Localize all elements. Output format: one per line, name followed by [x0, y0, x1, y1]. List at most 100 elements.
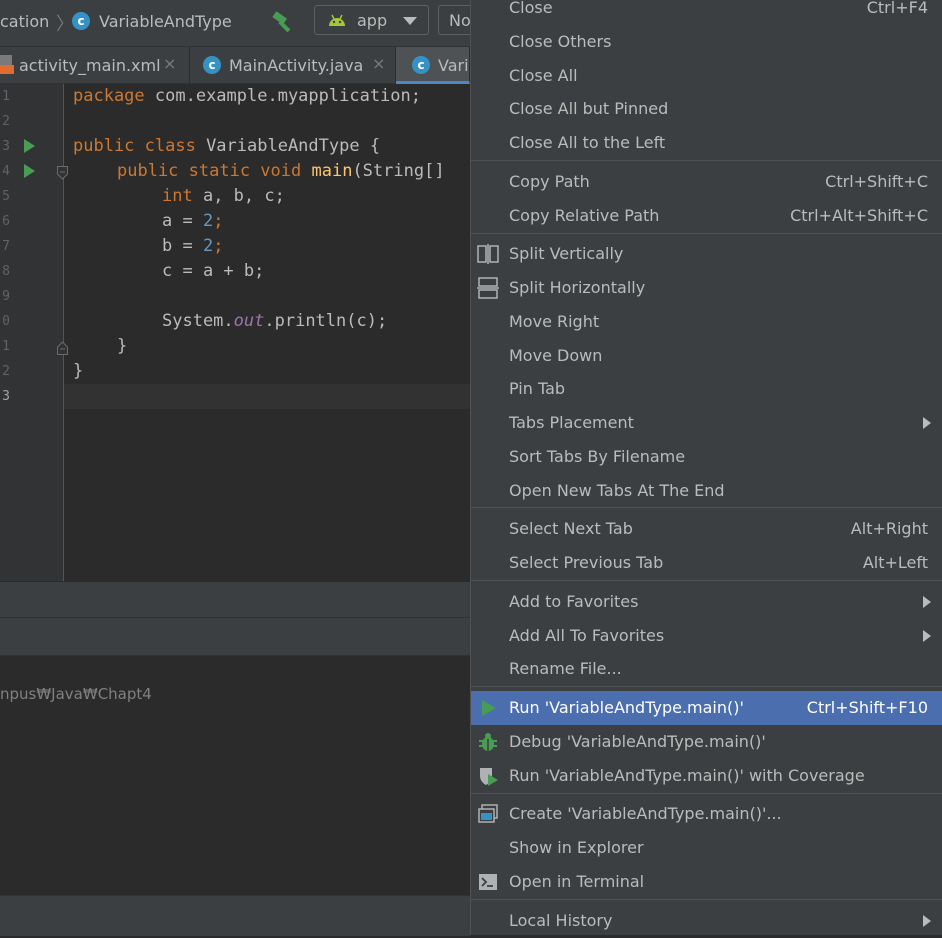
menu-item-shortcut: Ctrl+Alt+Shift+C	[790, 206, 928, 225]
status-strip	[0, 581, 470, 618]
menu-item-close-others[interactable]: Close Others	[471, 25, 942, 59]
close-icon[interactable]: ×	[163, 54, 176, 73]
menu-item-show-in-explorer[interactable]: Show in Explorer	[471, 831, 942, 865]
tab-context-menu: Close Ctrl+F4 Close Others Close All Clo…	[470, 0, 942, 935]
menu-separator	[471, 580, 942, 581]
menu-item-rename-file[interactable]: Rename File...	[471, 652, 942, 686]
fold-icon[interactable]	[57, 165, 68, 180]
menu-separator	[471, 793, 942, 794]
code-text: a, b, c;	[192, 186, 285, 206]
line-number: 7	[2, 239, 10, 254]
class-file-icon: c	[203, 56, 221, 74]
line-number: 2	[2, 364, 10, 379]
menu-item-label: Tabs Placement	[509, 413, 634, 432]
menu-item-label: Close All	[509, 66, 578, 85]
tab-variable-and-type[interactable]: c Vari	[396, 47, 470, 84]
code-text: (String[]	[352, 161, 445, 181]
menu-item-open-new-tabs-at-end[interactable]: Open New Tabs At The End	[471, 474, 942, 508]
menu-item-move-down[interactable]: Move Down	[471, 339, 942, 373]
menu-item-label: Close	[509, 0, 553, 17]
split-vertically-icon	[477, 243, 499, 265]
line-number: 1	[2, 339, 10, 354]
split-horizontally-icon	[477, 277, 499, 299]
code-line: }	[73, 361, 84, 381]
menu-item-select-next-tab[interactable]: Select Next Tab Alt+Right	[471, 512, 942, 546]
keyword: public static void	[117, 161, 302, 181]
code-editor[interactable]	[64, 84, 470, 581]
menu-item-copy-path[interactable]: Copy Path Ctrl+Shift+C	[471, 165, 942, 199]
menu-item-label: Open New Tabs At The End	[509, 481, 725, 500]
code-line: a = 2;	[162, 211, 223, 231]
menu-item-shortcut: Alt+Left	[862, 553, 928, 572]
code-line: package com.example.myapplication;	[73, 86, 421, 106]
menu-item-copy-relative-path[interactable]: Copy Relative Path Ctrl+Alt+Shift+C	[471, 199, 942, 233]
menu-item-label: Add to Favorites	[509, 592, 639, 611]
menu-item-run-with-coverage[interactable]: Run 'VariableAndType.main()' with Covera…	[471, 759, 942, 793]
device-label: No	[449, 11, 471, 30]
menu-item-pin-tab[interactable]: Pin Tab	[471, 372, 942, 406]
menu-item-label: Debug 'VariableAndType.main()'	[509, 732, 766, 751]
submenu-arrow-icon	[923, 596, 931, 608]
tool-window-footer	[0, 895, 470, 936]
menu-item-shortcut: Ctrl+F4	[866, 0, 928, 17]
close-icon[interactable]: ×	[372, 54, 385, 73]
run-config-select[interactable]: app	[314, 5, 429, 35]
menu-item-local-history[interactable]: Local History	[471, 904, 942, 938]
menu-item-open-in-terminal[interactable]: Open in Terminal	[471, 865, 942, 899]
tab-main-activity-java[interactable]: c MainActivity.java ×	[190, 47, 396, 84]
build-hammer-icon[interactable]	[270, 10, 296, 34]
menu-item-shortcut: Ctrl+Shift+C	[825, 172, 928, 191]
menu-item-label: Run 'VariableAndType.main()' with Covera…	[509, 766, 865, 785]
menu-item-label: Move Down	[509, 346, 603, 365]
run-gutter-icon[interactable]	[24, 164, 35, 178]
coverage-icon	[477, 765, 499, 787]
static-field: out	[233, 311, 265, 331]
code-text: b =	[162, 236, 203, 256]
code-text: com.example.myapplication;	[144, 86, 421, 106]
run-gutter-icon[interactable]	[24, 139, 35, 153]
debug-icon	[477, 731, 499, 753]
menu-item-close-all[interactable]: Close All	[471, 59, 942, 93]
menu-item-add-to-favorites[interactable]: Add to Favorites	[471, 585, 942, 619]
menu-item-select-previous-tab[interactable]: Select Previous Tab Alt+Left	[471, 546, 942, 580]
menu-item-split-vertically[interactable]: Split Vertically	[471, 237, 942, 271]
line-number: 6	[2, 214, 10, 229]
menu-item-debug[interactable]: Debug 'VariableAndType.main()'	[471, 725, 942, 759]
editor-gutter	[0, 84, 64, 581]
menu-item-move-right[interactable]: Move Right	[471, 305, 942, 339]
menu-item-label: Select Next Tab	[509, 519, 633, 538]
navigation-bar: cation 〉 c VariableAndType app No	[0, 0, 478, 46]
line-number: 4	[2, 164, 10, 179]
line-number: 0	[2, 314, 10, 329]
menu-item-label: Close All to the Left	[509, 133, 666, 152]
breadcrumb-file[interactable]: VariableAndType	[99, 12, 232, 31]
menu-item-close[interactable]: Close Ctrl+F4	[471, 0, 942, 25]
fold-icon[interactable]	[57, 340, 68, 355]
xml-file-icon	[0, 53, 14, 75]
menu-item-add-all-to-favorites[interactable]: Add All To Favorites	[471, 619, 942, 653]
number-literal: 2	[202, 211, 214, 231]
menu-item-sort-tabs[interactable]: Sort Tabs By Filename	[471, 440, 942, 474]
project-path: npus₩Java₩Chapt4	[0, 685, 152, 703]
breadcrumb-project[interactable]: cation	[0, 12, 49, 31]
android-icon	[327, 12, 347, 28]
menu-item-close-all-but-pinned[interactable]: Close All but Pinned	[471, 92, 942, 126]
number-literal: 2	[202, 236, 214, 256]
menu-item-run[interactable]: Run 'VariableAndType.main()' Ctrl+Shift+…	[471, 691, 942, 725]
tab-activity-main-xml[interactable]: activity_main.xml ×	[0, 47, 190, 84]
menu-item-tabs-placement[interactable]: Tabs Placement	[471, 406, 942, 440]
menu-separator	[471, 899, 942, 900]
menu-item-split-horizontally[interactable]: Split Horizontally	[471, 271, 942, 305]
run-config-icon	[477, 803, 499, 825]
editor-tab-bar: activity_main.xml × c MainActivity.java …	[0, 46, 470, 84]
submenu-arrow-icon	[923, 915, 931, 927]
line-number: 1	[2, 89, 10, 104]
menu-item-label: Add All To Favorites	[509, 626, 665, 645]
line-number: 3	[2, 139, 10, 154]
chevron-down-icon	[403, 17, 417, 25]
line-number: 2	[2, 114, 10, 129]
tab-label: Vari	[438, 56, 469, 75]
menu-item-create-run-config[interactable]: Create 'VariableAndType.main()'...	[471, 797, 942, 831]
code-text: ;	[213, 211, 224, 231]
menu-item-close-all-to-left[interactable]: Close All to the Left	[471, 126, 942, 160]
